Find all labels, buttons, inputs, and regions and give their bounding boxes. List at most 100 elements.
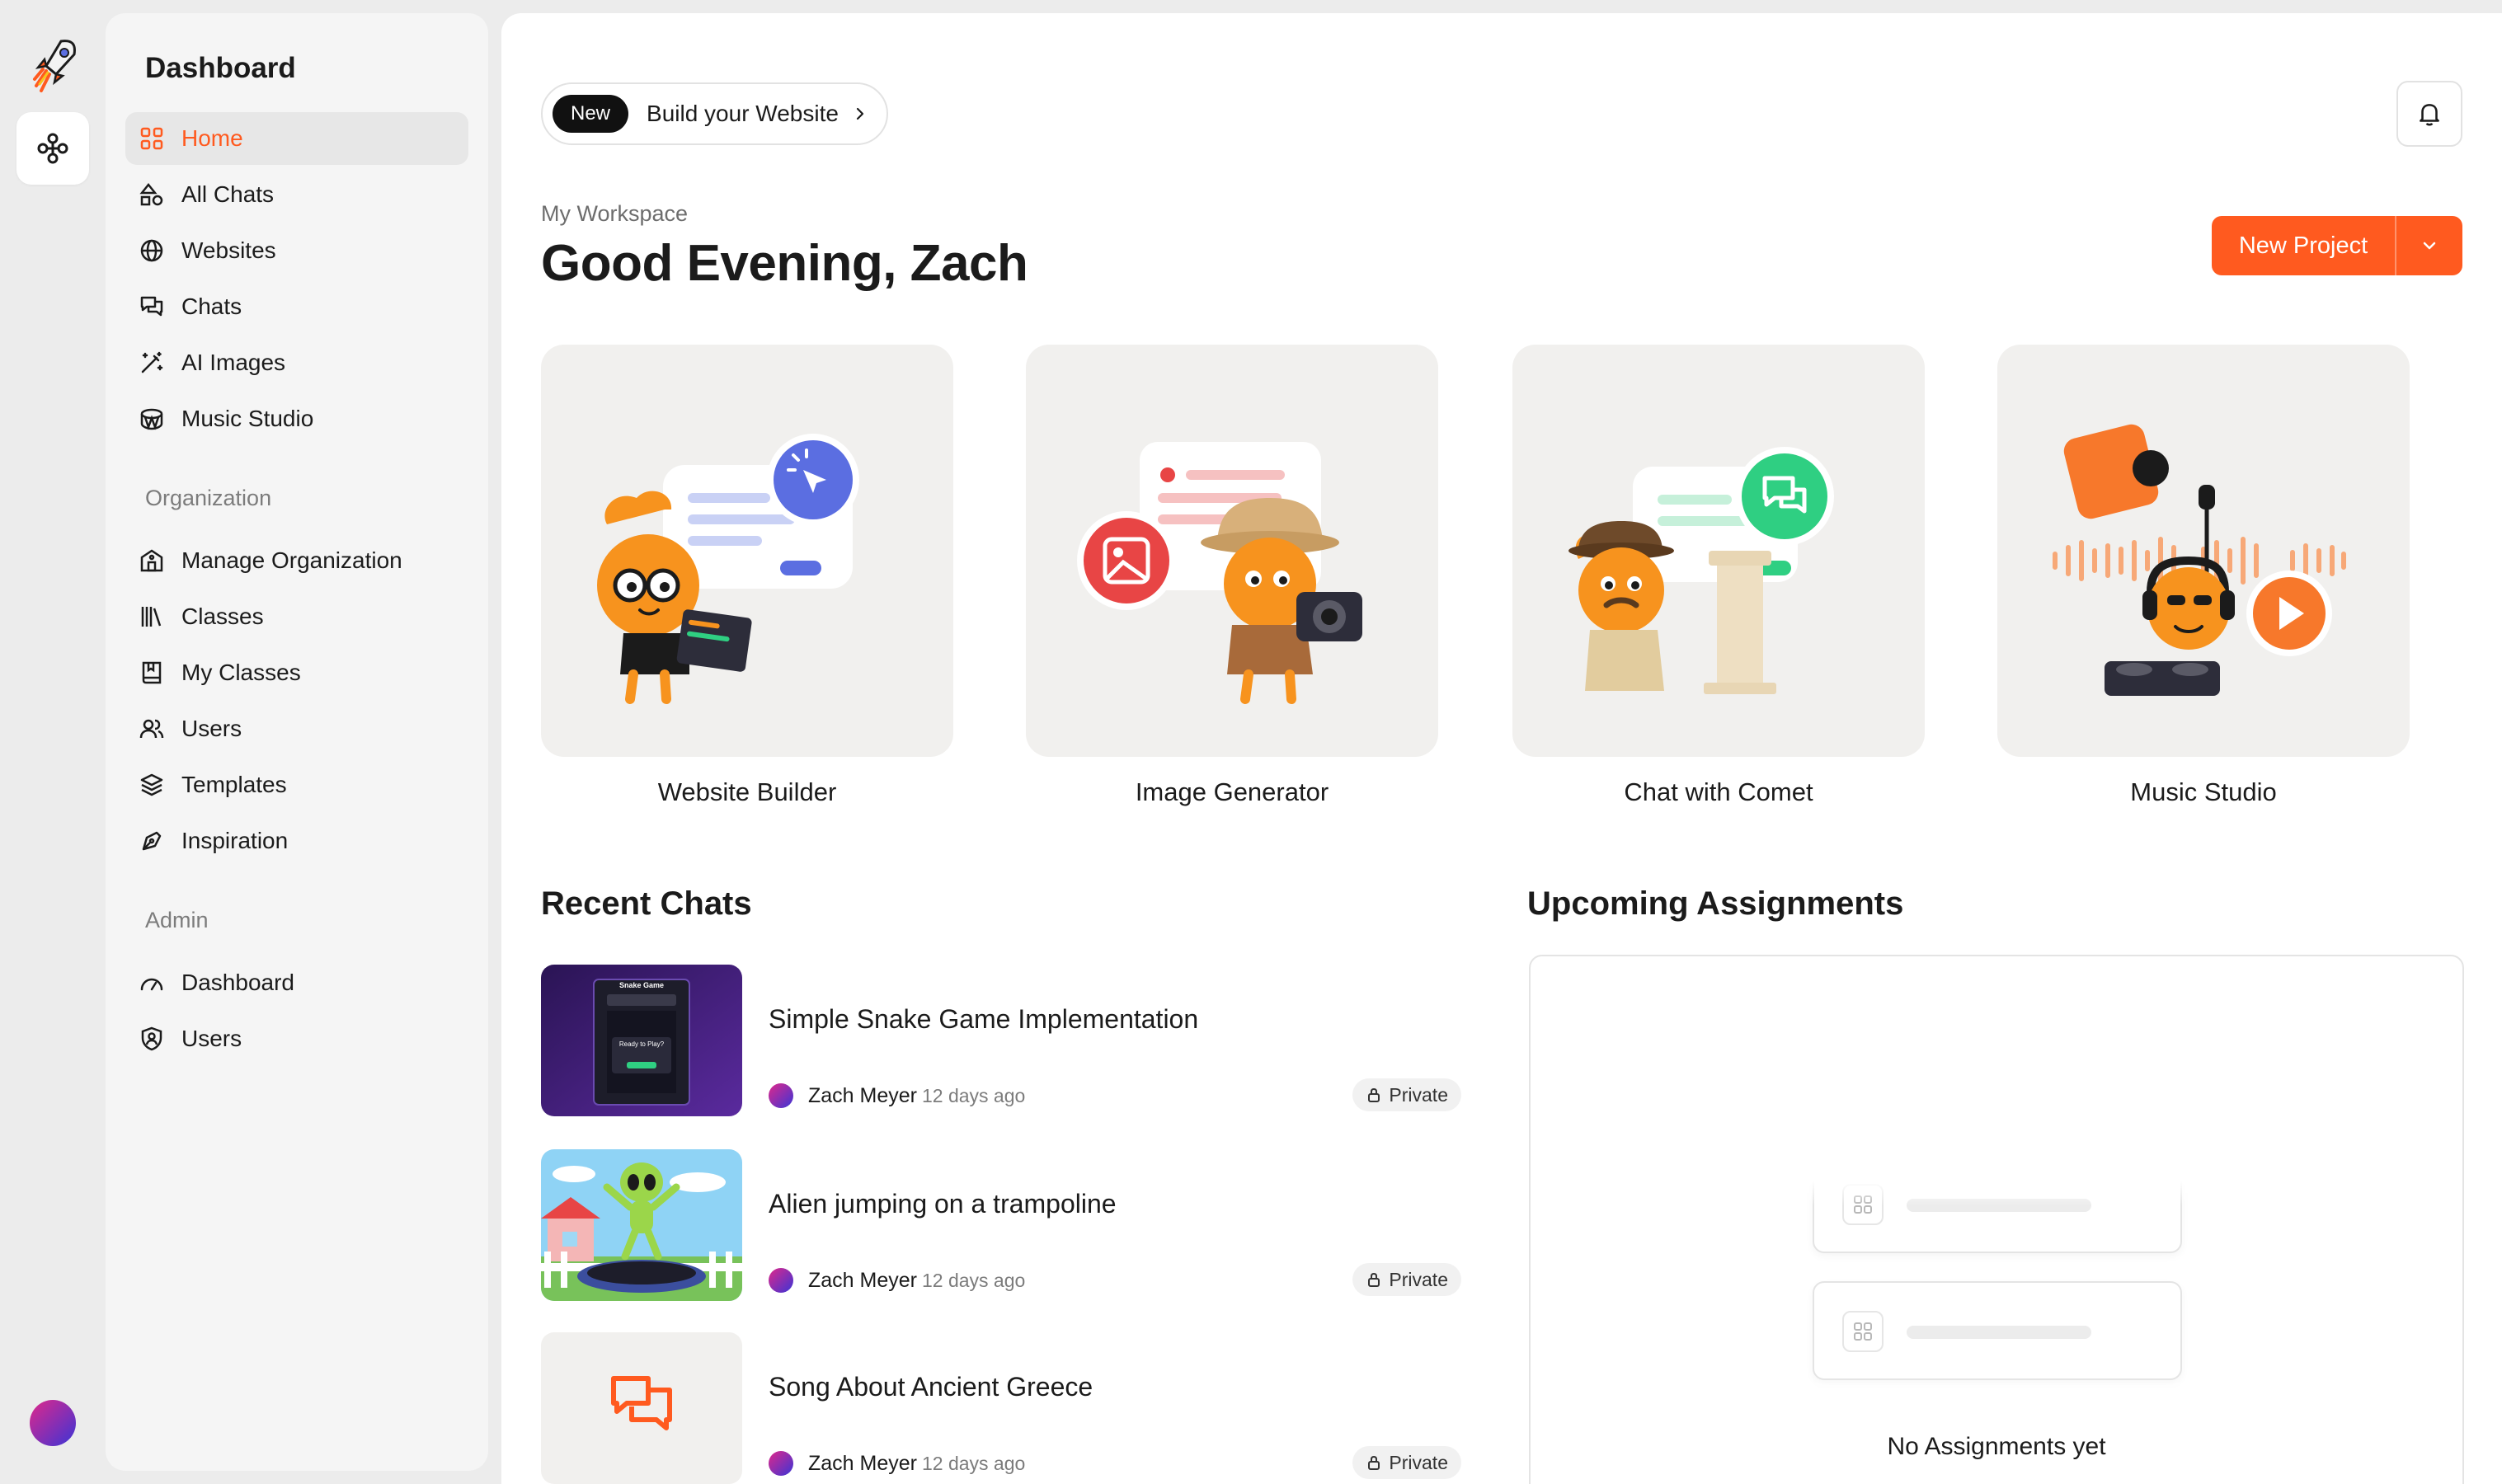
sidebar-item-label: Users xyxy=(181,1026,242,1051)
main-content: New Build your Website My Workspace Good… xyxy=(501,13,2502,1484)
grid-icon xyxy=(1842,1311,1884,1352)
app-rail xyxy=(0,0,104,1484)
timestamp: 12 days ago xyxy=(921,1084,1026,1106)
author-name: Zach Meyer xyxy=(808,1268,917,1292)
list-item[interactable]: Alien jumping on a trampoline Zach Meyer… xyxy=(541,1149,1461,1301)
sidebar-item-templates[interactable]: Templates xyxy=(125,758,468,811)
gauge-icon xyxy=(139,970,165,996)
lock-icon xyxy=(1368,1455,1380,1470)
sidebar-item-label: Manage Organization xyxy=(181,547,402,573)
timestamp: 12 days ago xyxy=(921,1452,1026,1474)
chat-title: Alien jumping on a trampoline xyxy=(769,1189,1117,1219)
section-label-admin: Admin xyxy=(145,908,209,932)
layers-icon xyxy=(139,772,165,798)
assignments-panel xyxy=(1529,955,2464,1484)
sidebar-item-label: Inspiration xyxy=(181,828,289,853)
recent-chats-heading: Recent Chats xyxy=(541,885,752,922)
section-label-organization: Organization xyxy=(145,486,272,510)
author-name: Zach Meyer xyxy=(808,1083,917,1107)
sidebar-item-label: Templates xyxy=(181,772,287,797)
sidebar-item-label: My Classes xyxy=(181,660,301,685)
users-icon xyxy=(139,716,165,742)
chat-meta: Zach Meyer 12 days ago xyxy=(769,1083,1025,1108)
sidebar-item-classes[interactable]: Classes xyxy=(125,590,468,643)
page-title: Good Evening, Zach xyxy=(541,235,1028,292)
privacy-badge: Private xyxy=(1352,1263,1461,1296)
chat-meta: Zach Meyer 12 days ago xyxy=(769,1451,1025,1476)
sidebar-item-admin-users[interactable]: Users xyxy=(125,1012,468,1065)
card-music-studio[interactable]: Music Studio xyxy=(1997,345,2410,811)
author-avatar xyxy=(769,1083,793,1108)
sidebar-item-admin-dashboard[interactable]: Dashboard xyxy=(125,956,468,1009)
timestamp: 12 days ago xyxy=(921,1269,1026,1291)
snake-thumb-subtitle: Ready to Play? xyxy=(618,1040,665,1048)
privacy-label: Private xyxy=(1389,1451,1448,1473)
sidebar-item-home[interactable]: Home xyxy=(125,112,468,165)
card-title: Website Builder xyxy=(657,777,837,806)
list-item[interactable]: Snake Game Ready to Play? Simple Snake G… xyxy=(541,965,1461,1116)
sidebar-item-label: AI Images xyxy=(181,350,286,375)
music-studio-illustration xyxy=(1997,345,2410,757)
sidebar-item-label: Dashboard xyxy=(181,970,294,995)
sidebar-item-websites[interactable]: Websites xyxy=(125,224,468,277)
book-icon xyxy=(139,660,165,686)
magic-wand-icon xyxy=(139,350,165,376)
chat-thumbnail-placeholder xyxy=(541,1332,742,1484)
image-generator-illustration xyxy=(1026,345,1438,757)
sidebar-item-all-chats[interactable]: All Chats xyxy=(125,168,468,221)
sidebar-item-music-studio[interactable]: Music Studio xyxy=(125,392,468,445)
chat-thumbnail-snake-game: Snake Game Ready to Play? xyxy=(541,965,742,1116)
placeholder-line xyxy=(1907,1199,2091,1212)
chat-title: Song About Ancient Greece xyxy=(769,1372,1093,1402)
sidebar-item-label: Classes xyxy=(181,603,264,629)
chat-with-comet-illustration xyxy=(1512,345,1925,757)
workflow-nav-button[interactable] xyxy=(16,112,89,185)
workspace-label: My Workspace xyxy=(541,201,689,226)
privacy-label: Private xyxy=(1389,1083,1448,1106)
sidebar-item-manage-organization[interactable]: Manage Organization xyxy=(125,534,468,587)
chat-bubbles-icon xyxy=(139,294,165,320)
lock-icon xyxy=(1368,1087,1380,1102)
user-avatar[interactable] xyxy=(30,1400,76,1446)
sidebar-item-users[interactable]: Users xyxy=(125,702,468,755)
card-title: Image Generator xyxy=(1135,777,1329,806)
chat-bubbles-icon xyxy=(611,1376,672,1430)
sidebar-item-label: Home xyxy=(181,125,243,151)
pen-tool-icon xyxy=(139,828,165,854)
bell-icon xyxy=(2420,104,2439,126)
website-builder-illustration xyxy=(541,345,953,757)
card-image-generator[interactable]: Image Generator xyxy=(1026,345,1438,811)
empty-assignments-message: No Assignments yet xyxy=(1887,1433,2106,1460)
sidebar-item-label: Users xyxy=(181,716,242,741)
globe-icon xyxy=(139,237,165,264)
sidebar-item-chats[interactable]: Chats xyxy=(125,280,468,333)
chat-title: Simple Snake Game Implementation xyxy=(769,1004,1199,1034)
shapes-icon xyxy=(139,181,165,208)
author-avatar xyxy=(769,1268,793,1293)
card-website-builder[interactable]: Website Builder xyxy=(541,345,953,811)
privacy-badge: Private xyxy=(1352,1078,1461,1111)
card-title: Chat with Comet xyxy=(1624,777,1813,806)
lock-icon xyxy=(1368,1272,1380,1287)
privacy-label: Private xyxy=(1389,1268,1448,1290)
grid-icon xyxy=(1842,1184,1884,1225)
assignment-placeholder xyxy=(1813,1181,2182,1253)
sidebar-item-inspiration[interactable]: Inspiration xyxy=(125,815,468,867)
rocket-logo-icon[interactable] xyxy=(28,36,81,96)
sidebar-item-label: Websites xyxy=(181,237,276,263)
sidebar-item-my-classes[interactable]: My Classes xyxy=(125,646,468,699)
library-icon xyxy=(139,603,165,630)
new-project-dropdown[interactable] xyxy=(2396,216,2462,275)
notifications-button[interactable] xyxy=(2396,81,2462,147)
card-title: Music Studio xyxy=(2130,777,2277,806)
sidebar-item-ai-images[interactable]: AI Images xyxy=(125,336,468,389)
card-chat-with-comet[interactable]: Chat with Comet xyxy=(1512,345,1925,811)
sidebar: Dashboard Home All Chats Websites Chats … xyxy=(106,13,488,1471)
build-website-promo[interactable]: New Build your Website xyxy=(541,82,888,145)
list-item[interactable]: Song About Ancient Greece Zach Meyer 12 … xyxy=(541,1332,1461,1484)
drum-icon xyxy=(139,406,165,432)
new-project-split-button: New Project xyxy=(2212,216,2462,275)
shield-user-icon xyxy=(139,1026,165,1052)
sidebar-item-label: All Chats xyxy=(181,181,275,207)
new-project-button[interactable]: New Project xyxy=(2212,216,2396,275)
